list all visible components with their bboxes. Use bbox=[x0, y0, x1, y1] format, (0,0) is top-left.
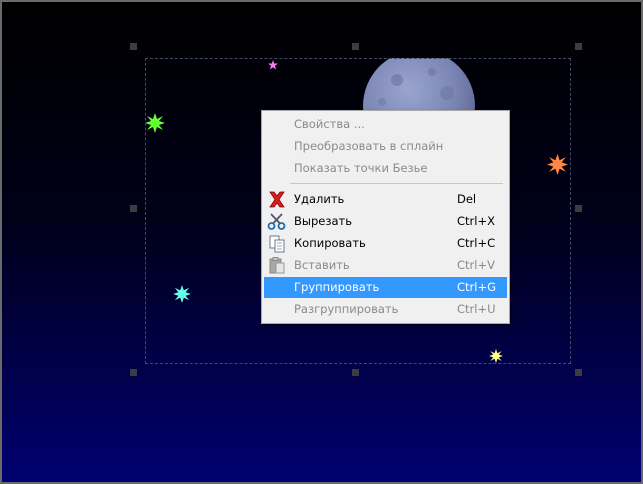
copy-icon bbox=[269, 235, 285, 253]
resize-handle-top-right[interactable] bbox=[575, 43, 582, 50]
menu-item-show-bezier-points[interactable]: Показать точки Безье bbox=[264, 158, 507, 179]
resize-handle-left[interactable] bbox=[130, 205, 137, 212]
cut-icon bbox=[267, 213, 286, 230]
paste-icon bbox=[269, 257, 285, 274]
resize-handle-bottom-left[interactable] bbox=[130, 369, 137, 376]
menu-item-delete[interactable]: Удалить Del bbox=[264, 189, 507, 210]
context-menu: Свойства ... Преобразовать в сплайн Пока… bbox=[261, 110, 510, 324]
delete-icon bbox=[269, 191, 285, 208]
menu-item-convert-to-spline[interactable]: Преобразовать в сплайн bbox=[264, 136, 507, 157]
menu-item-paste[interactable]: Вставить Ctrl+V bbox=[264, 255, 507, 276]
resize-handle-top[interactable] bbox=[352, 43, 359, 50]
menu-item-group[interactable]: Группировать Ctrl+G bbox=[264, 277, 507, 298]
menu-item-properties[interactable]: Свойства ... bbox=[264, 114, 507, 135]
menu-item-ungroup[interactable]: Разгруппировать Ctrl+U bbox=[264, 299, 507, 320]
scene-canvas[interactable]: Свойства ... Преобразовать в сплайн Пока… bbox=[0, 0, 643, 484]
menu-item-copy[interactable]: Копировать Ctrl+C bbox=[264, 233, 507, 254]
menu-separator bbox=[290, 183, 503, 184]
resize-handle-top-left[interactable] bbox=[130, 43, 137, 50]
resize-handle-bottom[interactable] bbox=[352, 369, 359, 376]
menu-item-cut[interactable]: Вырезать Ctrl+X bbox=[264, 211, 507, 232]
resize-handle-right[interactable] bbox=[575, 205, 582, 212]
resize-handle-bottom-right[interactable] bbox=[575, 369, 582, 376]
